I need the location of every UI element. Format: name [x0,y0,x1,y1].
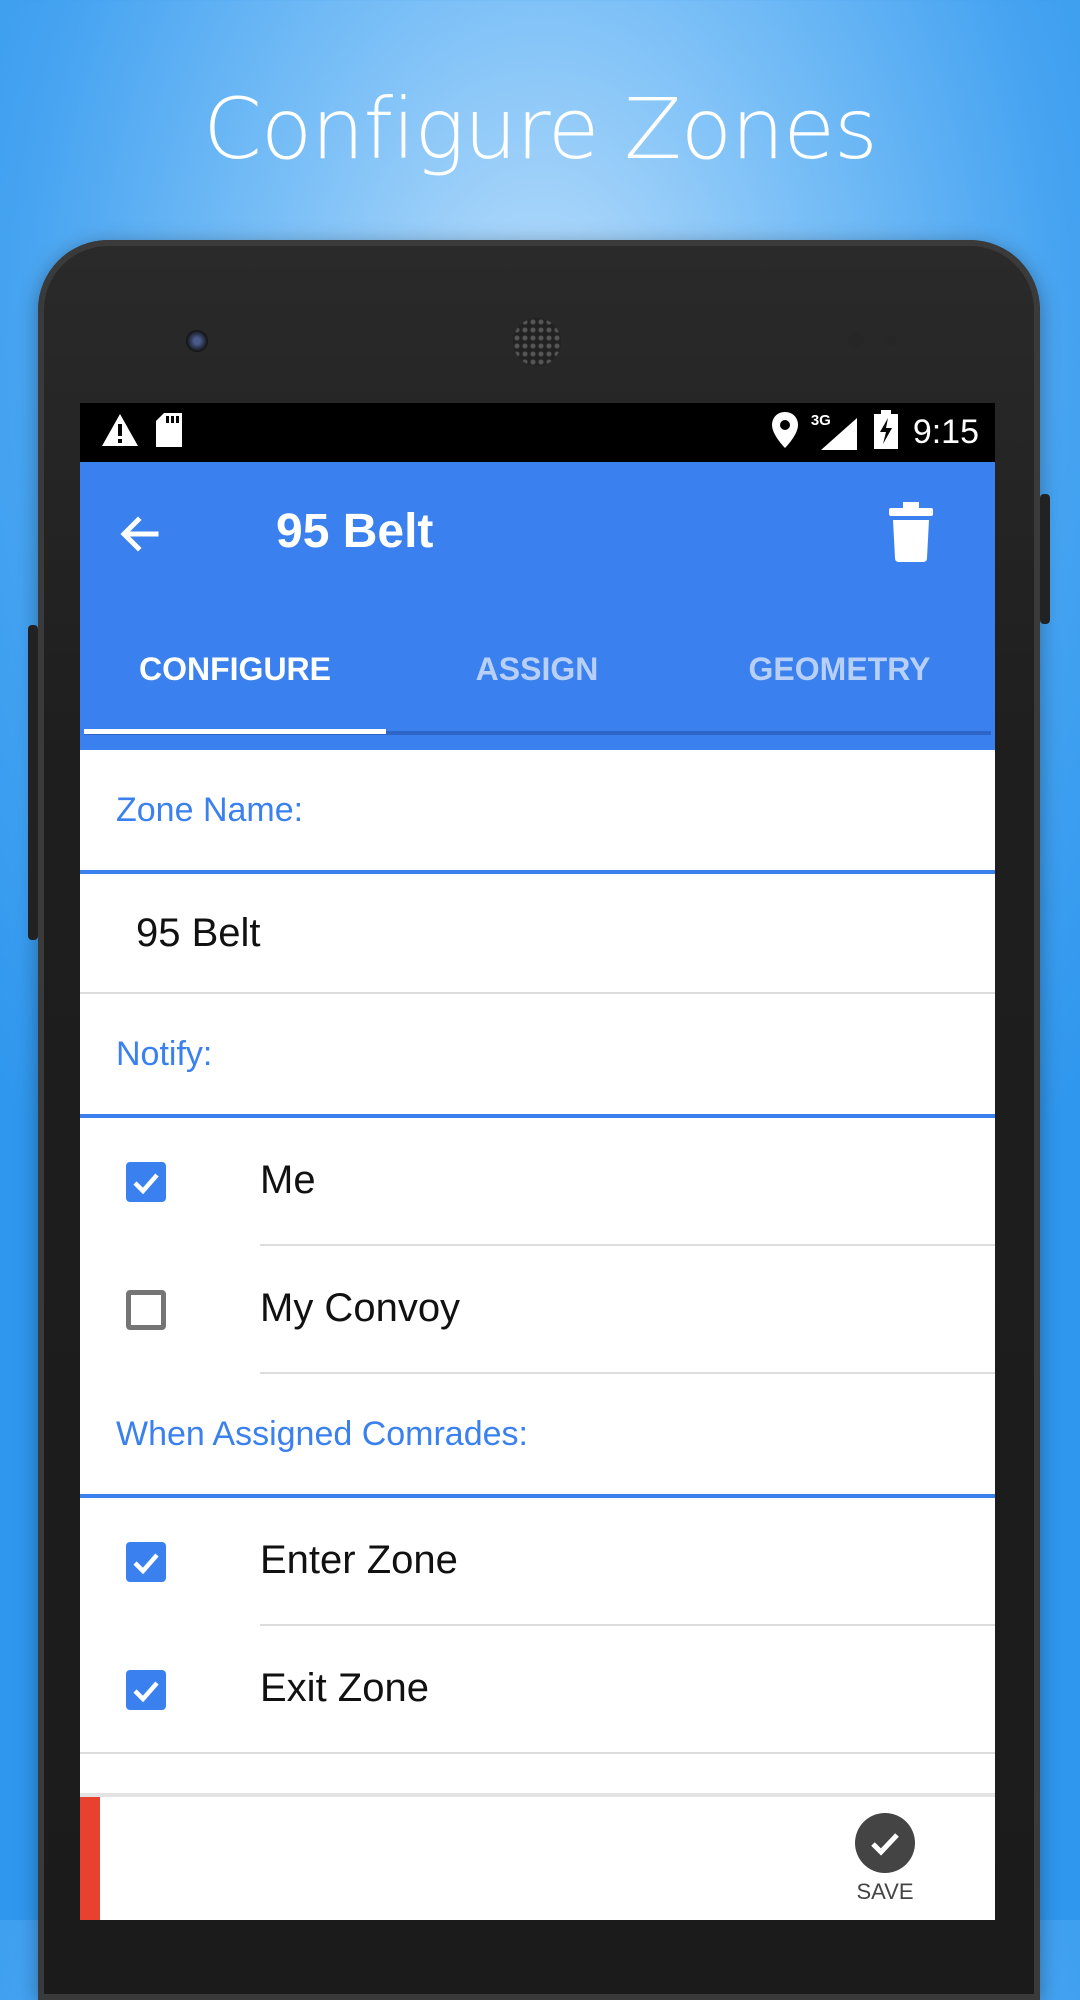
app-bar: 95 Belt CONFIGURE ASSIGN GEOMETRY [80,462,995,750]
assigned-comrades-label: When Assigned Comrades: [80,1374,995,1498]
arrow-back-icon[interactable] [116,510,164,558]
tab-geometry[interactable]: GEOMETRY [688,604,991,734]
checkbox-me[interactable] [126,1162,166,1202]
zone-name-field[interactable]: 95 Belt [80,874,995,994]
light-sensor [886,336,896,346]
checkbox-exit-zone[interactable] [126,1670,166,1710]
power-button [1040,494,1050,624]
network-type-label: 3G [810,411,831,429]
zone-name-label: Zone Name: [80,750,995,874]
notify-me-row[interactable]: Me [80,1118,995,1246]
headline: Configure Zones [203,80,878,178]
location-pin-icon [771,411,799,454]
bottom-action-bar: SAVE [80,1793,995,1920]
checkbox-label: Enter Zone [260,1538,458,1582]
phone-screen: 3G 9:15 95 Belt CONFIGURE ASSIGN GEOMETR… [80,403,995,1920]
volume-button [28,625,38,940]
tab-configure[interactable]: CONFIGURE [84,604,386,734]
toolbar: 95 Belt [80,462,995,604]
front-camera [186,330,208,352]
checkbox-label: Me [260,1158,316,1202]
clock: 9:15 [912,413,979,451]
tab-bar: CONFIGURE ASSIGN GEOMETRY [80,604,995,750]
warning-icon [100,412,140,453]
trash-icon[interactable] [887,502,935,562]
notify-label: Notify: [80,994,995,1118]
status-bar: 3G 9:15 [80,403,995,462]
battery-charging-icon [873,410,899,455]
tab-assign[interactable]: ASSIGN [386,604,688,734]
red-accent-strip [80,1797,100,1920]
enter-zone-row[interactable]: Enter Zone [80,1498,995,1626]
checkbox-enter-zone[interactable] [126,1542,166,1582]
exit-zone-row[interactable]: Exit Zone [80,1626,995,1754]
proximity-sensor [848,332,864,348]
signal-icon: 3G [810,411,859,452]
divider [260,1372,995,1374]
notify-convoy-row[interactable]: My Convoy [80,1246,995,1374]
save-label: SAVE [856,1879,914,1904]
divider [80,1752,995,1754]
checkbox-label: Exit Zone [260,1666,429,1710]
checkbox-label: My Convoy [260,1286,461,1330]
save-button[interactable]: SAVE [845,1813,925,1905]
speaker-grille [513,318,561,366]
sd-card-icon [154,412,184,453]
page-title: 95 Belt [276,505,434,558]
tab-indicator [84,729,386,734]
checkbox-my-convoy[interactable] [126,1290,166,1330]
check-circle-icon [855,1813,915,1873]
